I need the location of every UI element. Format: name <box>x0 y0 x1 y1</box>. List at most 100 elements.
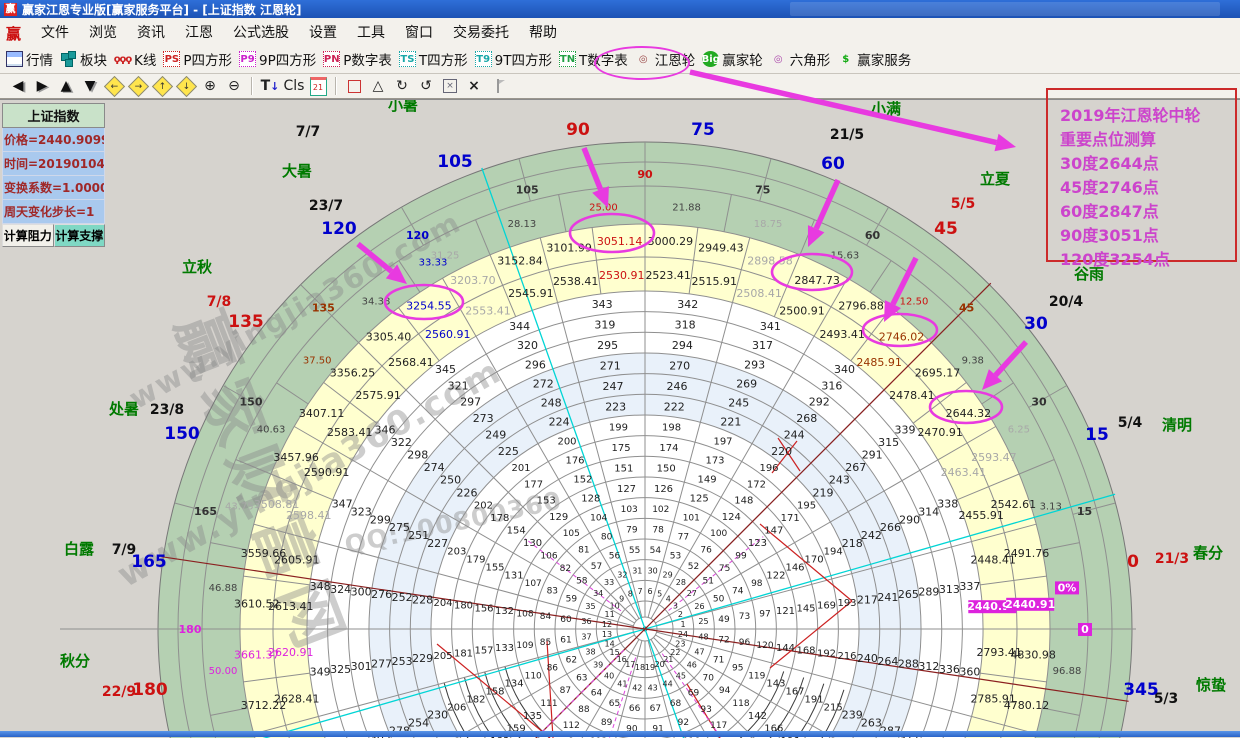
calc-resistance-button[interactable]: 计算阻力 <box>2 224 54 247</box>
calc-support-button[interactable]: 计算支撑 <box>54 224 106 247</box>
diamond-left-icon[interactable]: ← <box>102 76 126 96</box>
svg-text:180: 180 <box>454 601 473 612</box>
svg-text:22/9: 22/9 <box>102 684 136 700</box>
toolbar-button-hexagon[interactable]: ◎六角形 <box>770 49 831 69</box>
svg-text:35: 35 <box>585 602 595 611</box>
svg-text:296: 296 <box>525 358 546 371</box>
svg-text:春分: 春分 <box>1193 544 1223 562</box>
svg-text:271: 271 <box>600 359 621 372</box>
toolbar-button-t-square[interactable]: TST四方形 <box>399 49 468 69</box>
nav-back-icon[interactable]: ◀ <box>6 76 30 96</box>
svg-text:216: 216 <box>837 651 856 662</box>
svg-text:157: 157 <box>474 646 493 657</box>
toolbar-button-sectors[interactable]: 板块 <box>60 49 107 69</box>
calendar-icon[interactable]: 21 <box>306 76 330 96</box>
svg-text:95: 95 <box>732 664 743 674</box>
svg-text:5/5: 5/5 <box>951 196 976 212</box>
svg-text:64: 64 <box>591 688 603 698</box>
titlebar-ghost <box>790 2 1220 16</box>
svg-text:90: 90 <box>566 120 590 140</box>
svg-text:98: 98 <box>751 579 763 589</box>
t-range-icon[interactable]: T↓ <box>258 76 282 96</box>
menu-item-设置[interactable]: 设置 <box>299 19 347 45</box>
svg-text:68: 68 <box>670 699 682 709</box>
toolbar-button-winner-wheel[interactable]: Big赢家轮 <box>702 49 763 69</box>
toolbar-button-kline[interactable]: ϙϙϙK线 <box>114 49 156 69</box>
svg-text:217: 217 <box>857 594 878 607</box>
menu-item-浏览[interactable]: 浏览 <box>79 19 127 45</box>
svg-text:111: 111 <box>540 699 557 709</box>
svg-text:128: 128 <box>581 494 600 505</box>
menu-item-公式选股[interactable]: 公式选股 <box>223 19 299 45</box>
svg-text:347: 347 <box>332 497 353 510</box>
svg-text:155: 155 <box>485 562 504 573</box>
svg-text:229: 229 <box>412 652 433 665</box>
svg-text:32: 32 <box>617 570 627 579</box>
svg-text:252: 252 <box>392 591 413 604</box>
svg-text:30: 30 <box>1024 314 1048 334</box>
svg-text:222: 222 <box>664 400 685 413</box>
separator <box>251 77 253 95</box>
toolbar-button-p-table[interactable]: PNP数字表 <box>323 49 392 69</box>
cross-arrows-icon[interactable]: × <box>462 76 486 96</box>
svg-text:120: 120 <box>321 219 357 239</box>
toolbar-button-p-square[interactable]: PSP四方形 <box>163 49 232 69</box>
panel-row-1: 时间=20190104 <box>2 152 105 176</box>
svg-text:89: 89 <box>601 718 613 728</box>
menu-item-江恩[interactable]: 江恩 <box>175 19 223 45</box>
rect-tool-icon[interactable] <box>342 76 366 96</box>
toolbar-label-9t-square: 9T四方形 <box>495 49 552 69</box>
rotate-ccw-icon[interactable]: ↺ <box>414 76 438 96</box>
zoom-out-icon[interactable]: ⊖ <box>222 76 246 96</box>
svg-text:处暑: 处暑 <box>108 400 139 418</box>
boxed-x-icon[interactable]: × <box>438 76 462 96</box>
svg-text:264: 264 <box>877 655 898 668</box>
svg-text:126: 126 <box>654 484 673 495</box>
diamond-up-icon[interactable]: ↑ <box>150 76 174 96</box>
nav-valley-icon[interactable]: ▼ <box>78 76 102 96</box>
svg-text:15.63: 15.63 <box>831 251 860 262</box>
ts-box-icon: TS <box>399 51 416 67</box>
svg-text:269: 269 <box>736 377 757 390</box>
nav-peak-icon[interactable]: ▲ <box>54 76 78 96</box>
menu-item-工具[interactable]: 工具 <box>347 19 395 45</box>
toolbar-button-t-table[interactable]: TNT数字表 <box>559 49 628 69</box>
svg-text:65: 65 <box>609 699 620 709</box>
triangle-tool-icon[interactable]: △ <box>366 76 390 96</box>
pin-icon[interactable] <box>486 76 510 96</box>
menu-item-资讯[interactable]: 资讯 <box>127 19 175 45</box>
svg-text:3101.99: 3101.99 <box>546 242 592 255</box>
menu-item-窗口[interactable]: 窗口 <box>395 19 443 45</box>
zoom-in-icon[interactable]: ⊕ <box>198 76 222 96</box>
toolbar-button-9t-square[interactable]: T99T四方形 <box>475 49 552 69</box>
svg-text:106: 106 <box>540 552 557 562</box>
app-logo-icon: 赢 <box>4 3 17 16</box>
toolbar-button-quotes[interactable]: 行情 <box>6 49 53 69</box>
menu-item-文件[interactable]: 文件 <box>31 19 79 45</box>
p9-box-icon: P9 <box>239 51 256 67</box>
svg-text:147: 147 <box>764 526 783 537</box>
svg-text:76: 76 <box>700 546 712 556</box>
svg-text:28.13: 28.13 <box>508 219 537 230</box>
svg-text:96: 96 <box>739 638 751 648</box>
svg-text:1: 1 <box>680 620 685 629</box>
cls-icon[interactable]: Cls <box>282 76 306 96</box>
svg-text:343: 343 <box>592 298 613 311</box>
svg-text:41: 41 <box>617 679 627 688</box>
annotation-line-5: 90度3051点 <box>1060 224 1225 248</box>
nav-forward-icon[interactable]: ▶ <box>30 76 54 96</box>
toolbar-button-9p-square[interactable]: P99P四方形 <box>239 49 316 69</box>
svg-text:53: 53 <box>670 552 681 562</box>
svg-text:123: 123 <box>748 538 767 549</box>
toolbar-label-quotes: 行情 <box>26 49 53 69</box>
menu-item-交易委托[interactable]: 交易委托 <box>443 19 519 45</box>
svg-text:105: 105 <box>516 184 539 197</box>
rotate-cw-icon[interactable]: ↻ <box>390 76 414 96</box>
menu-item-帮助[interactable]: 帮助 <box>519 19 567 45</box>
svg-text:299: 299 <box>370 513 391 526</box>
separator <box>335 77 337 95</box>
toolbar-button-gann-wheel[interactable]: ◎江恩轮 <box>635 49 696 69</box>
diamond-down-icon[interactable]: ↓ <box>174 76 198 96</box>
diamond-right-icon[interactable]: → <box>126 76 150 96</box>
toolbar-button-service[interactable]: $赢家服务 <box>837 49 911 69</box>
